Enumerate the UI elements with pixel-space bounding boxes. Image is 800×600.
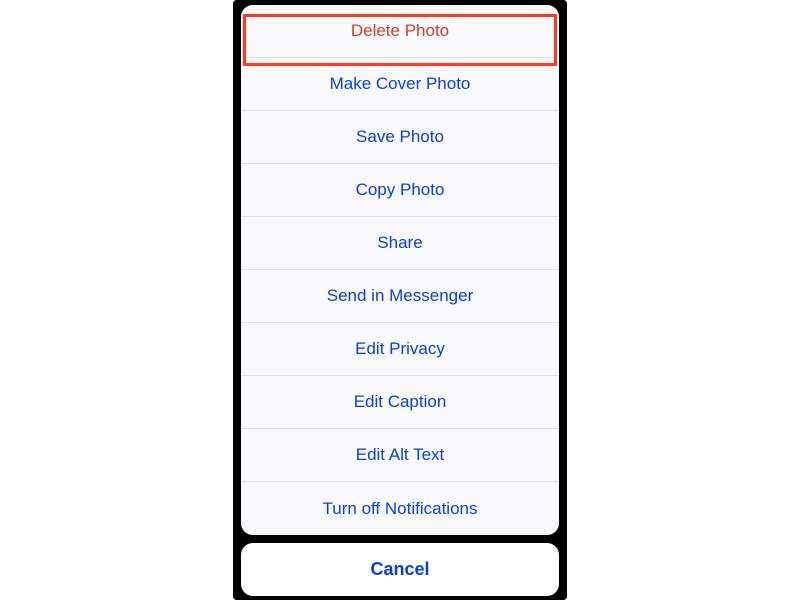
action-copy-photo[interactable]: Copy Photo [241,164,559,217]
action-edit-privacy[interactable]: Edit Privacy [241,323,559,376]
action-delete-photo[interactable]: Delete Photo [241,5,559,58]
phone-frame: ✕ Delete Photo Make Cover Photo Save Pho… [233,0,567,600]
action-share[interactable]: Share [241,217,559,270]
action-sheet-container: Delete Photo Make Cover Photo Save Photo… [241,15,559,596]
action-edit-alt-text[interactable]: Edit Alt Text [241,429,559,482]
action-turn-off-notifications[interactable]: Turn off Notifications [241,482,559,535]
cancel-button[interactable]: Cancel [241,543,559,596]
action-send-in-messenger[interactable]: Send in Messenger [241,270,559,323]
action-sheet: Delete Photo Make Cover Photo Save Photo… [241,5,559,535]
action-edit-caption[interactable]: Edit Caption [241,376,559,429]
action-make-cover-photo[interactable]: Make Cover Photo [241,58,559,111]
action-save-photo[interactable]: Save Photo [241,111,559,164]
